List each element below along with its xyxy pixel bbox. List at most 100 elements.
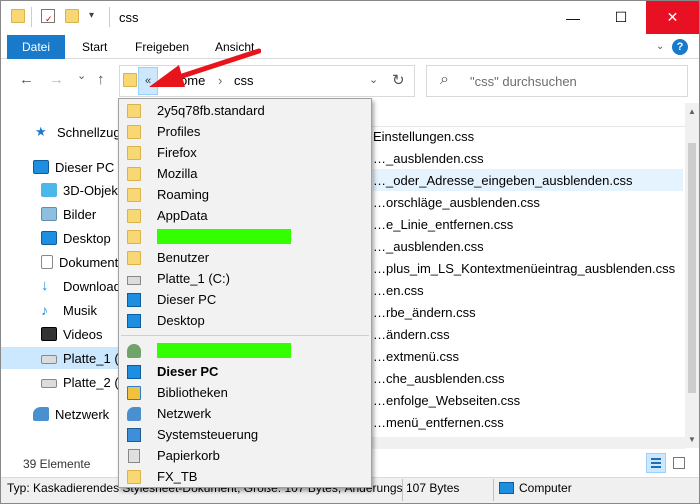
menu-item-benutzer[interactable]: Benutzer bbox=[119, 247, 371, 268]
sidebar-item-netzwerk[interactable]: Netzwerk bbox=[1, 403, 119, 425]
menu-item-papierkorb[interactable]: Papierkorb bbox=[119, 445, 371, 466]
file-row[interactable]: …extmenü.css bbox=[373, 345, 683, 367]
details-view-button[interactable] bbox=[646, 453, 666, 473]
customize-toolbar-icon[interactable]: ▾ bbox=[89, 10, 94, 21]
scroll-thumb[interactable] bbox=[688, 143, 696, 393]
search-input[interactable]: "css" durchsuchen bbox=[470, 74, 577, 89]
sidebar-item-musik[interactable]: ♪ Musik bbox=[1, 299, 119, 321]
sidebar-item-dieser-pc[interactable]: Dieser PC bbox=[1, 156, 119, 178]
menu-item-netzwerk[interactable]: Netzwerk bbox=[119, 403, 371, 424]
sidebar-item-desktop[interactable]: Desktop bbox=[1, 227, 119, 249]
drive-icon bbox=[127, 275, 141, 285]
menu-item-profiles[interactable]: Profiles bbox=[119, 121, 371, 142]
refresh-button[interactable]: ↻ bbox=[392, 71, 405, 89]
folder-icon bbox=[127, 469, 141, 484]
file-size: 107 Bytes bbox=[406, 481, 460, 495]
explorer-window: ✓ ▾ css — ☐ ✕ Datei Start Freigeben Ansi… bbox=[0, 0, 700, 504]
folder-icon bbox=[127, 166, 141, 181]
status-separator bbox=[402, 479, 403, 501]
menu-item-2y5q78fb[interactable]: 2y5q78fb.standard bbox=[119, 100, 371, 121]
menu-item-roaming[interactable]: Roaming bbox=[119, 184, 371, 205]
monitor-icon bbox=[127, 364, 141, 379]
file-list-header[interactable] bbox=[371, 103, 686, 127]
scroll-down-icon[interactable]: ▼ bbox=[688, 435, 696, 444]
monitor-icon bbox=[33, 160, 49, 174]
menu-item-redacted-user-folder[interactable] bbox=[119, 226, 371, 247]
user-icon bbox=[127, 343, 141, 358]
library-icon bbox=[127, 385, 141, 400]
desktop-icon bbox=[127, 313, 141, 328]
menu-item-desktop[interactable]: Desktop bbox=[119, 310, 371, 331]
recent-locations-button[interactable]: ⌄ bbox=[77, 69, 86, 82]
sidebar-item-platte-1[interactable]: Platte_1 (C:) bbox=[1, 347, 119, 369]
horizontal-scrollbar[interactable] bbox=[371, 437, 685, 449]
file-row[interactable]: …ändern.css bbox=[373, 323, 683, 345]
file-row[interactable]: …enfolge_Webseiten.css bbox=[373, 389, 683, 411]
sidebar-item-3d-objekte[interactable]: 3D-Objekte bbox=[1, 179, 119, 201]
menu-item-fx-tb[interactable]: FX_TB bbox=[119, 466, 371, 487]
folder-icon bbox=[127, 103, 141, 118]
properties-icon[interactable]: ✓ bbox=[41, 9, 55, 24]
tab-start[interactable]: Start bbox=[82, 40, 107, 54]
status-separator bbox=[493, 479, 494, 501]
maximize-button[interactable]: ☐ bbox=[598, 1, 644, 34]
file-row[interactable]: …_oder_Adresse_eingeben_ausblenden.css bbox=[373, 169, 683, 191]
search-icon: ⌕ bbox=[440, 71, 449, 88]
item-count: 39 Elemente bbox=[23, 457, 91, 471]
folder-icon bbox=[127, 229, 141, 244]
sidebar-item-bilder[interactable]: Bilder bbox=[1, 203, 119, 225]
title-separator bbox=[109, 7, 110, 27]
window-title: css bbox=[119, 10, 139, 25]
folder-icon bbox=[127, 124, 141, 139]
minimize-button[interactable]: — bbox=[550, 1, 596, 34]
annotation-arrow bbox=[149, 48, 261, 87]
download-icon: ↓ bbox=[41, 277, 49, 294]
file-row[interactable]: …rbe_ändern.css bbox=[373, 301, 683, 323]
menu-item-appdata[interactable]: AppData bbox=[119, 205, 371, 226]
large-icons-view-button[interactable] bbox=[669, 453, 689, 473]
menu-item-systemsteuerung[interactable]: Systemsteuerung bbox=[119, 424, 371, 445]
help-button[interactable]: ? bbox=[672, 39, 688, 55]
menu-item-dieser-pc-root[interactable]: Dieser PC bbox=[119, 361, 371, 382]
folder-icon bbox=[123, 73, 137, 87]
redaction-bar bbox=[157, 229, 291, 244]
new-folder-icon[interactable] bbox=[65, 9, 79, 23]
folder-icon bbox=[127, 187, 141, 202]
location: Computer bbox=[519, 481, 572, 495]
scroll-up-icon[interactable]: ▲ bbox=[688, 107, 696, 116]
vertical-scrollbar[interactable]: ▲ ▼ bbox=[685, 103, 699, 448]
file-row[interactable]: …orschläge_ausblenden.css bbox=[373, 191, 683, 213]
menu-item-redacted-user[interactable] bbox=[119, 340, 371, 361]
menu-item-dieser-pc[interactable]: Dieser PC bbox=[119, 289, 371, 310]
close-button[interactable]: ✕ bbox=[646, 1, 699, 34]
address-dropdown-icon[interactable]: ⌄ bbox=[369, 73, 378, 86]
menu-item-mozilla[interactable]: Mozilla bbox=[119, 163, 371, 184]
menu-item-bibliotheken[interactable]: Bibliotheken bbox=[119, 382, 371, 403]
folder-icon bbox=[127, 250, 141, 265]
file-row[interactable]: …plus_im_LS_Kontextmenüeintrag_ausblende… bbox=[373, 257, 683, 279]
network-icon bbox=[127, 406, 141, 421]
sidebar-item-schnellzugriff[interactable]: ★ Schnellzugriff bbox=[1, 121, 119, 143]
sidebar-item-platte-2[interactable]: Platte_2 (D:) bbox=[1, 371, 119, 393]
back-button[interactable]: ← bbox=[19, 71, 34, 88]
menu-item-firefox[interactable]: Firefox bbox=[119, 142, 371, 163]
file-row[interactable]: …menü_entfernen.css bbox=[373, 411, 683, 433]
monitor-icon bbox=[127, 292, 141, 307]
file-row[interactable]: Einstellungen.css bbox=[373, 125, 683, 147]
sidebar-item-dokumente[interactable]: Dokumente bbox=[1, 251, 119, 273]
menu-item-platte-1[interactable]: Platte_1 (C:) bbox=[119, 268, 371, 289]
video-icon bbox=[41, 327, 57, 341]
file-row[interactable]: …che_ausblenden.css bbox=[373, 367, 683, 389]
sidebar-item-downloads[interactable]: ↓ Downloads bbox=[1, 275, 119, 297]
recycle-bin-icon bbox=[128, 448, 140, 463]
forward-button[interactable]: → bbox=[49, 71, 64, 88]
sidebar-item-videos[interactable]: Videos bbox=[1, 323, 119, 345]
file-row[interactable]: …_ausblenden.css bbox=[373, 235, 683, 257]
file-row[interactable]: …_ausblenden.css bbox=[373, 147, 683, 169]
file-row[interactable]: …e_Linie_entfernen.css bbox=[373, 213, 683, 235]
expand-ribbon-icon[interactable]: ⌄ bbox=[656, 41, 664, 52]
tab-datei[interactable]: Datei bbox=[7, 35, 65, 59]
file-row[interactable]: …en.css bbox=[373, 279, 683, 301]
menu-separator bbox=[121, 335, 369, 336]
up-button[interactable]: ↑ bbox=[97, 71, 105, 88]
